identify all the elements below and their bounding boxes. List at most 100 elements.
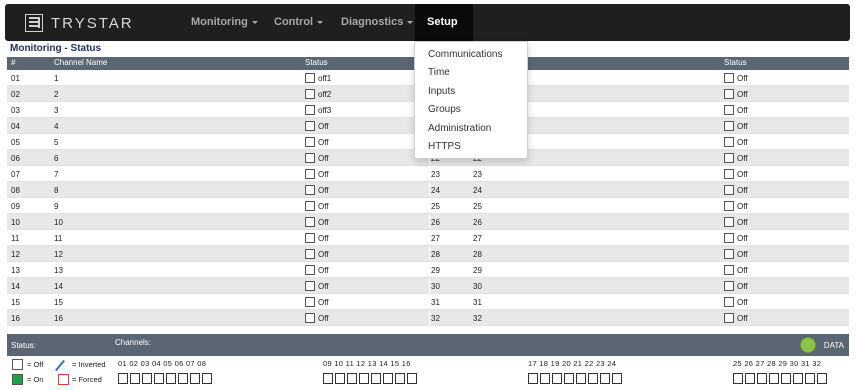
- forced-swatch-icon: [58, 374, 69, 385]
- status-value: Off: [737, 282, 748, 291]
- status-value: Off: [318, 314, 329, 323]
- legend-forced: = Forced: [72, 375, 102, 384]
- menu-item-groups[interactable]: Groups: [428, 104, 461, 115]
- nav-control[interactable]: Control: [262, 4, 335, 41]
- status-checkbox[interactable]: [724, 233, 734, 243]
- status-value: Off: [318, 266, 329, 275]
- channel-state-box: [395, 373, 405, 384]
- column-divider: [429, 198, 430, 213]
- status-checkbox[interactable]: [724, 201, 734, 211]
- table-row: 09 9 25 25 Off Off: [7, 198, 849, 214]
- setup-dropdown-menu: Communications Time Inputs Groups Admini…: [414, 41, 528, 159]
- status-checkbox[interactable]: [305, 185, 315, 195]
- nav-setup[interactable]: Setup: [415, 4, 473, 61]
- channel-state-box: [383, 373, 393, 384]
- status-checkbox[interactable]: [305, 169, 315, 179]
- channel-boxes: [528, 373, 622, 384]
- status-value: Off: [318, 202, 329, 211]
- status-value: off2: [318, 90, 332, 99]
- channel-number: 32: [431, 314, 440, 323]
- status-value: Off: [737, 298, 748, 307]
- data-label: DATA: [823, 341, 844, 350]
- channel-state-box: [359, 373, 369, 384]
- status-checkbox[interactable]: [305, 217, 315, 227]
- caret-down-icon: [407, 20, 414, 24]
- channel-number: 06: [11, 154, 20, 163]
- channel-state-box: [323, 373, 333, 384]
- menu-item-communications[interactable]: Communications: [428, 49, 502, 60]
- status-value: off3: [318, 106, 332, 115]
- status-checkbox[interactable]: [305, 89, 315, 99]
- channel-number: 12: [11, 250, 20, 259]
- status-checkbox[interactable]: [724, 297, 734, 307]
- status-checkbox[interactable]: [724, 313, 734, 323]
- channel-name: 8: [54, 186, 59, 195]
- status-checkbox[interactable]: [305, 249, 315, 259]
- status-checkbox[interactable]: [305, 281, 315, 291]
- menu-item-time[interactable]: Time: [428, 67, 450, 78]
- trystar-logo-icon: [25, 14, 43, 32]
- status-checkbox[interactable]: [724, 265, 734, 275]
- channel-number: 10: [11, 218, 20, 227]
- status-checkbox[interactable]: [724, 121, 734, 131]
- column-divider: [429, 278, 430, 293]
- channel-state-box: [540, 373, 550, 384]
- channel-number: 03: [11, 106, 20, 115]
- table-row: 16 16 32 32 Off Off: [7, 310, 849, 326]
- channel-state-box: [347, 373, 357, 384]
- status-value: Off: [737, 250, 748, 259]
- channels-label: Channels:: [115, 338, 152, 347]
- channel-name: 13: [54, 266, 63, 275]
- status-checkbox[interactable]: [724, 281, 734, 291]
- column-divider: [429, 166, 430, 181]
- column-divider: [429, 182, 430, 197]
- nav-diagnostics-label: Diagnostics: [341, 16, 404, 28]
- header-channel-name: Channel Name: [54, 58, 108, 67]
- channel-number: 13: [11, 266, 20, 275]
- table-row: 08 8 24 24 Off Off: [7, 182, 849, 198]
- channel-state-box: [178, 373, 188, 384]
- table-row: 13 13 29 29 Off Off: [7, 262, 849, 278]
- status-checkbox[interactable]: [305, 201, 315, 211]
- status-checkbox[interactable]: [724, 169, 734, 179]
- nav-diagnostics[interactable]: Diagnostics: [329, 4, 425, 41]
- status-checkbox[interactable]: [305, 233, 315, 243]
- status-checkbox[interactable]: [724, 137, 734, 147]
- status-value: Off: [737, 138, 748, 147]
- menu-item-administration[interactable]: Administration: [428, 123, 491, 134]
- channel-state-box: [130, 373, 140, 384]
- legend-on: = On: [27, 375, 44, 384]
- channel-numbers: 09 10 11 12 13 14 15 16: [323, 359, 411, 368]
- status-value: Off: [737, 202, 748, 211]
- status-checkbox[interactable]: [305, 105, 315, 115]
- channel-name: 16: [54, 314, 63, 323]
- status-value: Off: [737, 122, 748, 131]
- status-checkbox[interactable]: [724, 249, 734, 259]
- menu-item-https[interactable]: HTTPS: [428, 141, 461, 152]
- nav-monitoring[interactable]: Monitoring: [179, 4, 270, 41]
- status-checkbox[interactable]: [724, 153, 734, 163]
- status-checkbox[interactable]: [305, 313, 315, 323]
- status-checkbox[interactable]: [305, 265, 315, 275]
- brand-logo[interactable]: TRYSTAR: [25, 13, 134, 33]
- status-checkbox[interactable]: [305, 73, 315, 83]
- status-checkbox[interactable]: [724, 89, 734, 99]
- status-checkbox[interactable]: [305, 137, 315, 147]
- channel-numbers: 17 18 19 20 21 22 23 24: [528, 359, 617, 368]
- status-checkbox[interactable]: [305, 153, 315, 163]
- status-checkbox[interactable]: [724, 73, 734, 83]
- status-value: Off: [318, 282, 329, 291]
- menu-item-inputs[interactable]: Inputs: [428, 86, 455, 97]
- channel-number: 28: [431, 250, 440, 259]
- channel-number: 08: [11, 186, 20, 195]
- status-checkbox[interactable]: [724, 217, 734, 227]
- status-checkbox[interactable]: [305, 121, 315, 131]
- status-checkbox[interactable]: [724, 105, 734, 115]
- channel-number: 02: [11, 90, 20, 99]
- status-checkbox[interactable]: [305, 297, 315, 307]
- channel-state-box: [407, 373, 417, 384]
- channel-number: 30: [431, 282, 440, 291]
- status-checkbox[interactable]: [724, 185, 734, 195]
- caret-down-icon: [251, 20, 258, 24]
- channel-state-box: [745, 373, 755, 384]
